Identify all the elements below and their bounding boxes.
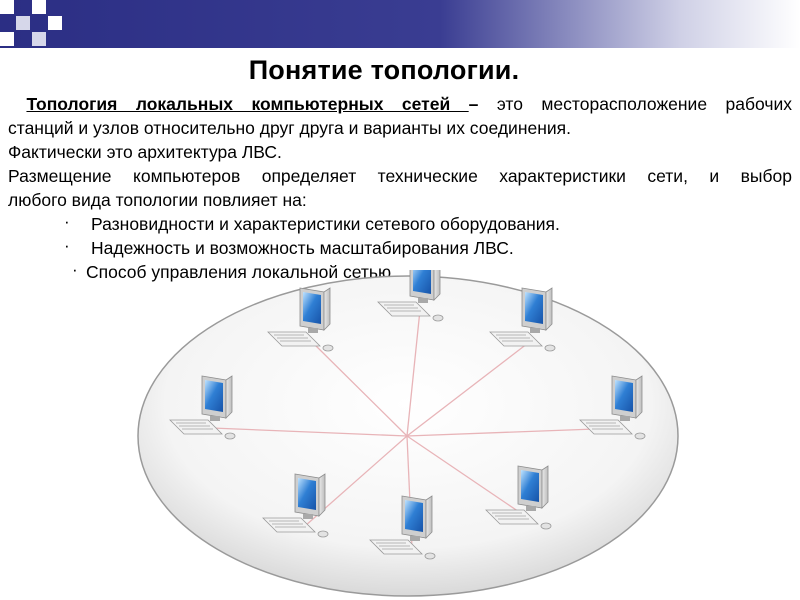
bullet-dot: ·	[64, 236, 70, 255]
defined-term: Топология локальных компьютерных сетей	[26, 94, 469, 114]
star-topology-diagram	[137, 270, 679, 597]
decor-square	[32, 32, 46, 46]
list-item: · Надежность и возможность масштабирован…	[8, 236, 792, 260]
architecture-line: Фактически это архитектура ЛВС.	[8, 142, 282, 162]
definition-line-1: Топология локальных компьютерных сетей –…	[8, 92, 792, 116]
decor-square	[16, 16, 30, 30]
placement-line-1: Размещение компьютеров определяет технич…	[8, 166, 792, 186]
slide-title: Понятие топологии.	[248, 55, 520, 85]
bullet-dot: ·	[64, 212, 70, 231]
definition-dash: –	[468, 94, 479, 114]
list-item-text: Надежность и возможность масштабирования…	[91, 238, 514, 258]
decor-square	[0, 32, 14, 46]
list-item-text: Разновидности и характеристики сетевого …	[91, 214, 560, 234]
header-bar	[0, 0, 800, 48]
list-item: · Разновидности и характеристики сетевог…	[8, 212, 792, 236]
decor-square	[0, 0, 14, 14]
definition-text: это месторасположение рабочих	[478, 94, 792, 114]
placement-line-2: любого вида топологии повлияет на:	[8, 190, 307, 210]
decor-square	[32, 0, 46, 14]
decor-square	[48, 16, 62, 30]
slide-body: Топология локальных компьютерных сетей –…	[8, 92, 792, 284]
definition-line-2: станций и узлов относительно друг друга …	[8, 118, 571, 138]
